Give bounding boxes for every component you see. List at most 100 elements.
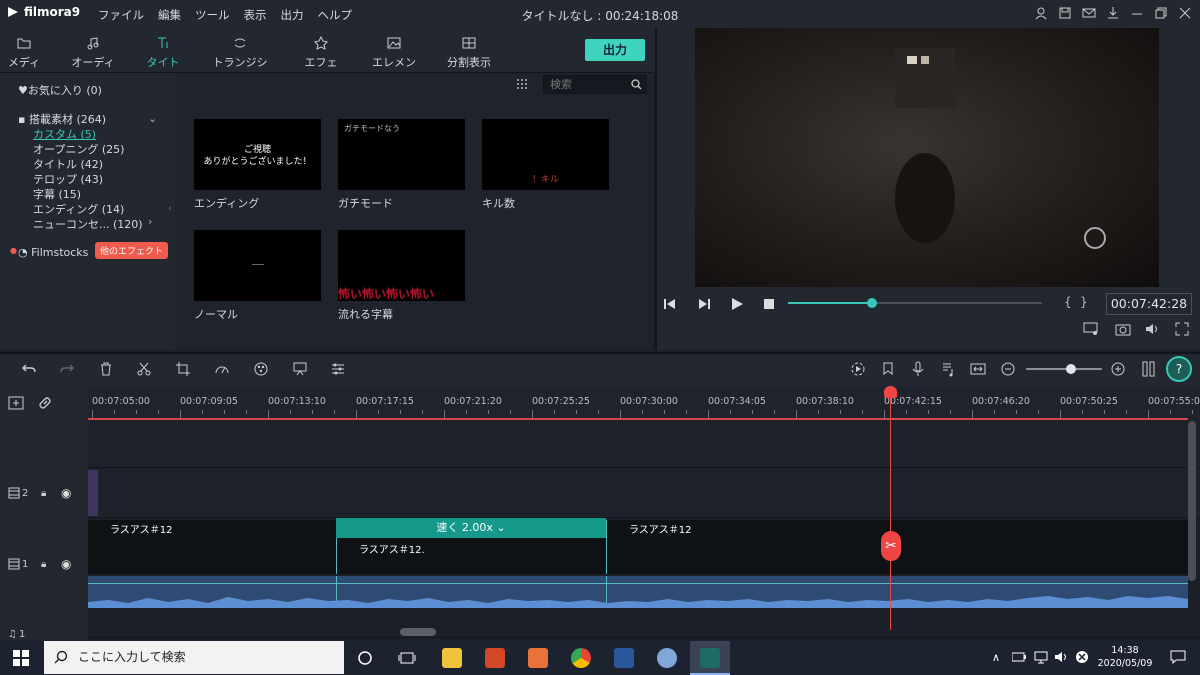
filmstocks-item[interactable]: ◔ Filmstocks — [18, 246, 88, 259]
link-icon[interactable] — [38, 396, 52, 410]
zoom-slider-knob[interactable] — [1066, 364, 1076, 374]
export-button[interactable]: 出力 — [585, 39, 645, 61]
media-player-icon[interactable] — [528, 648, 548, 668]
powerpoint-icon[interactable] — [485, 648, 505, 668]
notification-off-icon[interactable] — [1075, 650, 1089, 664]
chrome-icon[interactable] — [571, 648, 591, 668]
chevron-down-icon[interactable]: ⌄ — [148, 112, 157, 125]
volume-icon[interactable] — [1145, 322, 1161, 336]
menu-tools[interactable]: ツール — [195, 7, 230, 23]
taskbar-search[interactable]: ここに入力して検索 — [44, 641, 344, 674]
delete-icon[interactable] — [98, 361, 114, 377]
mail-icon[interactable] — [1082, 6, 1096, 20]
title-thumb-scrolling[interactable]: 怖い怖い怖い怖い — [338, 230, 465, 301]
eye-icon[interactable]: ◉ — [61, 557, 71, 571]
redo-icon[interactable] — [59, 361, 75, 377]
track-resize-handle[interactable] — [88, 470, 98, 516]
download-icon[interactable] — [1106, 6, 1120, 20]
menu-export[interactable]: 出力 — [281, 7, 304, 23]
chevron-right-icon[interactable]: › — [148, 215, 152, 228]
video-clip-2[interactable]: ラスアス＃12. — [336, 538, 606, 574]
word-icon[interactable] — [614, 648, 634, 668]
library-item-ending[interactable]: エンディング (14) — [33, 201, 124, 217]
cortana-icon[interactable] — [357, 650, 373, 666]
title-thumb-kills[interactable]: ！キル — [482, 119, 609, 190]
fit-timeline-icon[interactable] — [970, 361, 986, 377]
mark-in-icon[interactable]: { — [1064, 295, 1072, 309]
display-settings-icon[interactable] — [1083, 322, 1099, 336]
pause-layout-icon[interactable] — [1141, 361, 1157, 377]
file-explorer-icon[interactable] — [442, 648, 462, 668]
fullscreen-icon[interactable] — [1175, 322, 1189, 336]
speaker-icon[interactable] — [1054, 650, 1068, 664]
zoom-slider[interactable] — [1026, 368, 1102, 370]
zoom-out-icon[interactable] — [1000, 361, 1016, 377]
render-icon[interactable] — [850, 361, 866, 377]
color-icon[interactable] — [253, 361, 269, 377]
speed-badge[interactable]: 速く 2.00x ⌄ — [336, 518, 606, 538]
more-effects-badge[interactable]: 他のエフェクト — [95, 242, 169, 259]
account-icon[interactable] — [1034, 6, 1048, 20]
grid-view-icon[interactable] — [516, 78, 528, 90]
stop-icon[interactable] — [762, 297, 776, 311]
cut-icon[interactable] — [136, 361, 152, 377]
green-screen-icon[interactable] — [292, 361, 308, 377]
library-item-opening[interactable]: オープニング (25) — [33, 141, 124, 157]
playhead-handle[interactable] — [884, 386, 897, 398]
undo-icon[interactable] — [21, 361, 37, 377]
preview-progress[interactable] — [788, 298, 1042, 308]
builtin-category[interactable]: ▪ 搭載素材 (264) — [18, 111, 106, 127]
title-thumb-ending[interactable]: ご視聴 ありがとうございました！ — [194, 119, 321, 190]
action-center-icon[interactable] — [1170, 650, 1186, 664]
search-icon[interactable] — [631, 79, 642, 90]
progress-knob[interactable] — [866, 298, 877, 308]
library-item-title[interactable]: タイトル (42) — [33, 156, 103, 172]
windows-start-icon[interactable] — [13, 650, 29, 666]
eye-icon[interactable]: ◉ — [61, 486, 71, 500]
playhead[interactable] — [890, 395, 891, 630]
minimize-icon[interactable] — [1130, 6, 1144, 20]
play-icon[interactable] — [730, 297, 744, 311]
add-track-icon[interactable] — [8, 396, 24, 410]
tray-chevron-icon[interactable]: ∧ — [992, 651, 1000, 664]
filmora-taskbar-icon[interactable] — [700, 648, 720, 668]
prev-frame-icon[interactable] — [663, 297, 677, 311]
help-icon[interactable]: ? — [1166, 356, 1192, 382]
menu-help[interactable]: ヘルプ — [318, 7, 353, 23]
speed-icon[interactable] — [214, 361, 230, 377]
horizontal-scrollbar[interactable] — [400, 628, 436, 636]
save-icon[interactable] — [1058, 6, 1072, 20]
vertical-scrollbar[interactable] — [1188, 421, 1196, 581]
tab-split-screen[interactable]: 分割表示 — [446, 36, 492, 70]
title-thumb-gachimode[interactable]: ガチモードなう — [338, 119, 465, 190]
menu-edit[interactable]: 編集 — [158, 7, 181, 23]
menu-file[interactable]: ファイル — [98, 7, 144, 23]
title-thumb-normal[interactable] — [194, 230, 321, 301]
network-icon[interactable] — [1034, 650, 1048, 664]
audio-mixer-icon[interactable] — [940, 361, 956, 377]
video-clip-1[interactable]: ラスアス＃12 — [88, 520, 336, 574]
taskbar-clock[interactable]: 14:38 2020/05/09 — [1096, 644, 1154, 670]
library-item-newconcept[interactable]: ニューコンセ... (120) — [33, 216, 143, 232]
paint-icon[interactable] — [657, 648, 677, 668]
library-item-telop[interactable]: テロップ (43) — [33, 171, 103, 187]
lock-icon[interactable]: 🔒︎ — [41, 488, 46, 499]
mark-out-icon[interactable]: } — [1080, 295, 1088, 309]
marker-icon[interactable] — [880, 361, 896, 377]
close-icon[interactable] — [1178, 6, 1192, 20]
collapse-panel-icon[interactable]: ‹ — [168, 204, 172, 214]
battery-icon[interactable] — [1012, 652, 1026, 662]
library-item-subtitle[interactable]: 字幕 (15) — [33, 186, 81, 202]
zoom-in-icon[interactable] — [1110, 361, 1126, 377]
restore-icon[interactable] — [1154, 6, 1168, 20]
crop-icon[interactable] — [175, 361, 191, 377]
mic-icon[interactable] — [910, 361, 926, 377]
library-item-custom[interactable]: カスタム (5) — [33, 126, 96, 142]
next-frame-icon[interactable] — [697, 297, 711, 311]
lock-icon[interactable]: 🔒︎ — [41, 559, 46, 570]
snapshot-icon[interactable] — [1115, 322, 1131, 336]
menu-view[interactable]: 表示 — [244, 7, 267, 23]
task-view-icon[interactable] — [398, 650, 416, 666]
adjust-icon[interactable] — [330, 361, 346, 377]
favorites-item[interactable]: ♥お気に入り (0) — [18, 82, 102, 98]
